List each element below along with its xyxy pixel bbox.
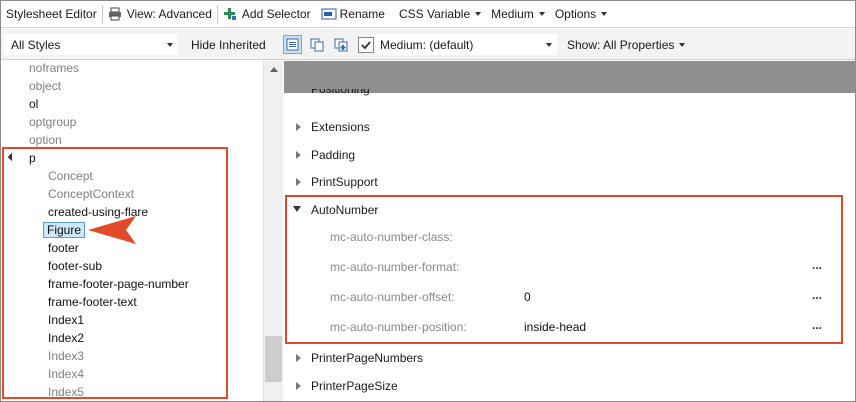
category-printsupport[interactable]: PrintSupport xyxy=(284,172,855,192)
pointer-arrow-icon xyxy=(88,216,136,244)
category-label: AutoNumber xyxy=(311,203,379,217)
rename-button[interactable]: Rename xyxy=(316,1,390,27)
property-row[interactable]: mc-auto-number-format: ... xyxy=(284,254,855,282)
styles-filter-dropdown[interactable]: All Styles xyxy=(3,34,178,55)
add-style-icon xyxy=(334,38,347,51)
chevron-down-icon xyxy=(293,206,301,212)
chevron-down-icon xyxy=(475,12,482,16)
category-label: PrinterPageNumbers xyxy=(311,351,424,365)
tree-item-label: p xyxy=(29,151,36,165)
printer-icon xyxy=(108,7,122,21)
category-printerpagesize[interactable]: PrinterPageSize xyxy=(284,376,855,396)
options-label: Options xyxy=(554,7,597,21)
tree-item[interactable]: footer xyxy=(48,239,79,257)
chevron-right-icon xyxy=(296,178,301,186)
property-name: mc-auto-number-class: xyxy=(330,230,453,244)
properties-panel: Positioning Extensions Padding PrintSupp… xyxy=(284,61,855,401)
scroll-thumb[interactable] xyxy=(265,336,282,382)
chevron-down-icon xyxy=(538,12,545,16)
tree-item[interactable]: Index4 xyxy=(48,365,84,383)
tree-item[interactable]: frame-footer-text xyxy=(48,293,137,311)
list-view-icon xyxy=(286,38,299,51)
rename-label: Rename xyxy=(339,7,385,21)
add-style-button[interactable] xyxy=(331,35,350,54)
tree-item[interactable]: object xyxy=(29,77,61,95)
tree-scrollbar[interactable] xyxy=(263,61,283,401)
tree-item-label: Figure xyxy=(43,222,86,238)
tree-item[interactable]: frame-footer-page-number xyxy=(48,275,189,293)
copy-style-button[interactable] xyxy=(307,35,326,54)
main-toolbar: Stylesheet Editor View: Advanced Add Sel… xyxy=(1,1,855,28)
category-label: PrinterPageSize xyxy=(311,379,398,393)
checkmark-icon xyxy=(361,41,371,50)
property-name: mc-auto-number-format: xyxy=(330,260,460,274)
chevron-right-icon xyxy=(296,151,301,159)
tree-item[interactable]: footer-sub xyxy=(48,257,102,275)
list-view-button[interactable] xyxy=(283,35,302,54)
tree-item[interactable]: Index2 xyxy=(48,329,84,347)
view-mode-label: View: Advanced xyxy=(126,7,212,21)
add-selector-icon xyxy=(223,7,237,21)
medium-dropdown[interactable]: Medium: (default) xyxy=(376,34,557,55)
tree-item[interactable]: option xyxy=(29,131,62,149)
property-value[interactable]: 0 xyxy=(524,290,531,304)
chevron-right-icon xyxy=(296,354,301,362)
chevron-right-icon xyxy=(296,382,301,390)
tree-item[interactable]: optgroup xyxy=(29,113,76,131)
tree-item-p[interactable]: p xyxy=(1,149,231,167)
category-extensions[interactable]: Extensions xyxy=(284,117,855,137)
tree-item[interactable]: Concept xyxy=(48,167,93,185)
chevron-down-icon xyxy=(167,43,173,47)
category-printerpagenumbers[interactable]: PrinterPageNumbers xyxy=(284,348,855,368)
tree-item[interactable]: Index3 xyxy=(48,347,84,365)
hide-inherited-button[interactable]: Hide Inherited xyxy=(187,34,270,55)
property-row[interactable]: mc-auto-number-class: xyxy=(284,224,855,252)
show-properties-dropdown[interactable]: Show: All Properties xyxy=(563,34,689,55)
tree-item[interactable]: Index1 xyxy=(48,311,84,329)
browse-button[interactable]: ... xyxy=(812,318,822,332)
options-menu[interactable]: Options xyxy=(550,1,612,27)
add-selector-label: Add Selector xyxy=(241,7,311,21)
medium-menu[interactable]: Medium xyxy=(486,1,550,27)
tree-item[interactable]: ConceptContext xyxy=(48,185,134,203)
chevron-right-icon xyxy=(296,123,301,131)
tree-item[interactable]: noframes xyxy=(29,61,79,77)
show-properties-label: Show: All Properties xyxy=(567,37,675,52)
add-selector-button[interactable]: Add Selector xyxy=(218,1,316,27)
filter-toolbar: All Styles Hide Inherited Medium: (defau… xyxy=(1,29,855,60)
styles-filter-value: All Styles xyxy=(11,37,61,52)
category-positioning[interactable]: Positioning xyxy=(284,89,855,103)
stylesheet-editor-title: Stylesheet Editor xyxy=(6,7,97,21)
rename-icon xyxy=(321,7,337,21)
copy-icon xyxy=(310,38,323,51)
property-name: mc-auto-number-offset: xyxy=(330,290,455,304)
category-label: PrintSupport xyxy=(311,175,378,189)
view-mode-button[interactable]: View: Advanced xyxy=(103,1,217,27)
expand-triangle-icon[interactable] xyxy=(7,152,17,162)
tree-item[interactable]: ol xyxy=(29,95,38,113)
hide-inherited-label: Hide Inherited xyxy=(191,37,266,52)
css-variable-label: CSS Variable xyxy=(398,7,471,21)
category-label: Padding xyxy=(311,148,356,162)
tree-item[interactable]: Index5 xyxy=(48,383,84,401)
scroll-up-icon[interactable] xyxy=(270,67,278,72)
medium-dropdown-value: Medium: (default) xyxy=(380,37,474,52)
property-name: mc-auto-number-position: xyxy=(330,320,467,334)
medium-checkbox[interactable] xyxy=(358,37,374,53)
chevron-down-icon xyxy=(679,42,686,47)
category-label: Positioning xyxy=(311,89,370,96)
category-autonumber[interactable]: AutoNumber xyxy=(284,200,855,220)
property-row[interactable]: mc-auto-number-position: inside-head ... xyxy=(284,314,855,342)
css-variable-menu[interactable]: CSS Variable xyxy=(390,1,486,27)
property-value[interactable]: inside-head xyxy=(524,320,586,334)
browse-button[interactable]: ... xyxy=(812,288,822,302)
chevron-down-icon xyxy=(546,43,552,47)
medium-menu-label: Medium xyxy=(491,7,534,21)
category-label: Extensions xyxy=(311,120,370,134)
property-row[interactable]: mc-auto-number-offset: 0 ... xyxy=(284,284,855,312)
tree-item-selected[interactable]: Figure xyxy=(43,221,86,239)
browse-button[interactable]: ... xyxy=(812,258,822,272)
category-padding[interactable]: Padding xyxy=(284,145,855,165)
chevron-down-icon xyxy=(601,12,608,16)
